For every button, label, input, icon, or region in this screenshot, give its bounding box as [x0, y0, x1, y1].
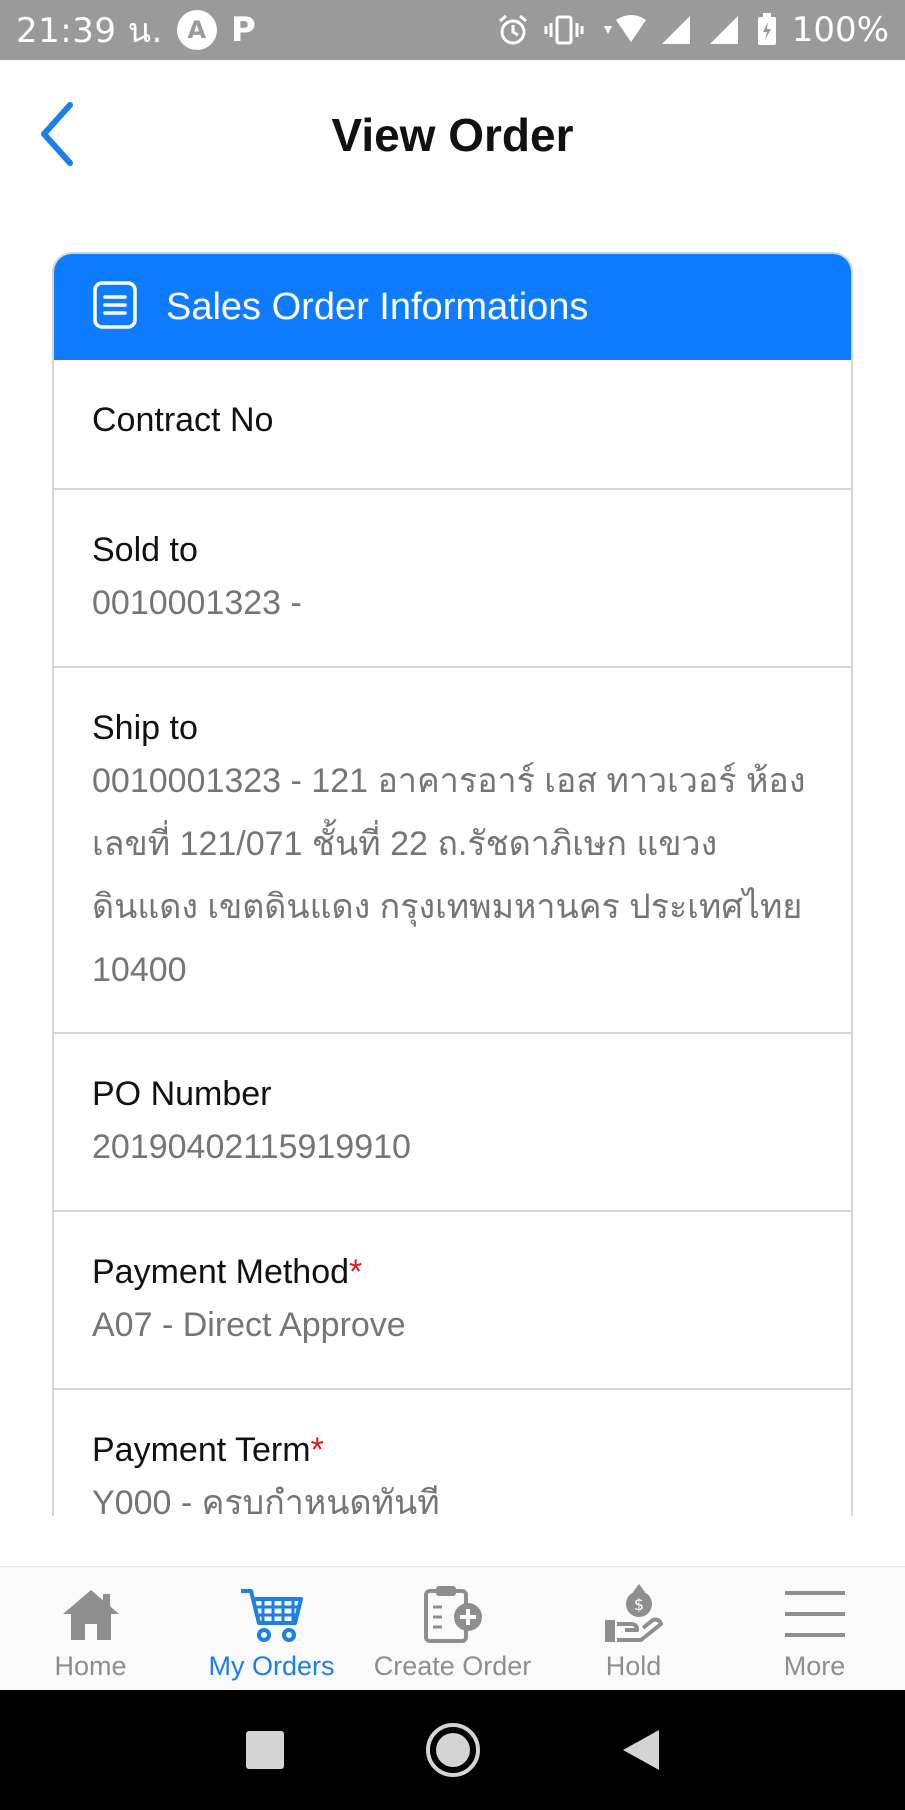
field-payment-method[interactable]: Payment Method* A07 - Direct Approve — [54, 1212, 851, 1390]
wifi-icon — [598, 14, 646, 46]
field-label: Sold to — [92, 531, 198, 569]
field-value-line: 10400 — [92, 951, 187, 989]
field-po-number[interactable]: PO Number 20190402115919910 — [54, 1034, 851, 1212]
field-label-text: Payment Method — [92, 1253, 350, 1291]
page-title: View Order — [331, 109, 574, 161]
required-marker: * — [310, 1431, 324, 1469]
svg-text:$: $ — [633, 1595, 643, 1614]
field-label: Contract No — [92, 401, 274, 439]
card-header: Sales Order Informations — [54, 254, 851, 360]
recents-button[interactable] — [245, 1730, 285, 1770]
nav-hold[interactable]: $ Hold — [543, 1579, 724, 1682]
field-value: 0010001323 - — [92, 584, 302, 622]
field-value: 20190402115919910 — [92, 1128, 411, 1166]
field-contract-no[interactable]: Contract No — [54, 360, 851, 490]
field-payment-term[interactable]: Payment Term* Y000 - ครบกำหนดทันที — [54, 1390, 851, 1516]
nav-label: My Orders — [208, 1651, 335, 1681]
battery-icon — [756, 13, 778, 47]
nav-label: More — [783, 1651, 846, 1681]
home-icon — [59, 1579, 123, 1649]
field-sold-to[interactable]: Sold to 0010001323 - — [54, 490, 851, 668]
chevron-left-icon — [41, 102, 73, 166]
money-hand-icon: $ — [601, 1579, 667, 1649]
field-label-text: Payment Term — [92, 1431, 311, 1469]
nav-my-orders[interactable]: My Orders — [181, 1579, 362, 1682]
cart-icon — [239, 1579, 305, 1649]
field-label: Payment Term* — [92, 1428, 813, 1472]
system-nav — [0, 1690, 905, 1810]
status-right: 100% — [496, 10, 889, 50]
signal-icon — [660, 14, 694, 46]
status-left: 21:39 น. A P — [16, 3, 256, 57]
field-value-line: ดินแดง เขตดินแดง กรุงเทพมหานคร ประเทศไทย — [92, 888, 803, 926]
battery-percent: 100% — [791, 10, 889, 50]
nav-create-order[interactable]: Create Order — [362, 1579, 543, 1682]
nav-more[interactable]: More — [724, 1579, 905, 1682]
nav-label: Hold — [605, 1651, 662, 1681]
menu-icon — [783, 1579, 847, 1649]
home-button[interactable] — [425, 1722, 481, 1778]
field-label: PO Number — [92, 1075, 272, 1113]
status-bar: 21:39 น. A P 100% — [0, 0, 905, 60]
clipboard-add-icon — [420, 1579, 486, 1649]
signal-icon-2 — [708, 14, 742, 46]
nav-label: Home — [54, 1651, 127, 1681]
field-value: Y000 - ครบกำหนดทันที — [92, 1484, 440, 1516]
parking-icon: P — [230, 10, 256, 50]
field-label: Payment Method* — [92, 1250, 813, 1294]
nav-label: Create Order — [373, 1651, 532, 1681]
field-value: A07 - Direct Approve — [92, 1306, 406, 1344]
alarm-icon — [496, 13, 530, 47]
field-label: Ship to — [92, 709, 198, 747]
nav-home[interactable]: Home — [0, 1579, 181, 1682]
vibrate-icon — [544, 15, 584, 45]
field-ship-to[interactable]: Ship to 0010001323 - 121 อาคารอาร์ เอส ท… — [54, 668, 851, 1034]
required-marker: * — [349, 1253, 363, 1291]
app-header: View Order — [0, 60, 905, 210]
sales-order-card: Sales Order Informations Contract No Sol… — [52, 252, 853, 1516]
triangle-back-icon — [622, 1730, 659, 1770]
back-system-button[interactable] — [621, 1728, 661, 1772]
field-value-line: 0010001323 - 121 อาคารอาร์ เอส ทาวเวอร์ … — [92, 762, 806, 800]
status-time: 21:39 น. — [16, 11, 163, 51]
field-value-line: เลขที่ 121/071 ชั้นที่ 22 ถ.รัชดาภิเษก แ… — [92, 825, 718, 863]
document-icon — [92, 280, 138, 335]
bottom-nav: Home My Orders Create Order $ Hold More — [0, 1566, 905, 1690]
app-badge-icon: A — [176, 10, 217, 50]
back-button[interactable] — [34, 98, 78, 170]
circle-icon — [425, 1723, 480, 1777]
card-title: Sales Order Informations — [166, 285, 589, 328]
square-icon — [245, 1731, 284, 1769]
